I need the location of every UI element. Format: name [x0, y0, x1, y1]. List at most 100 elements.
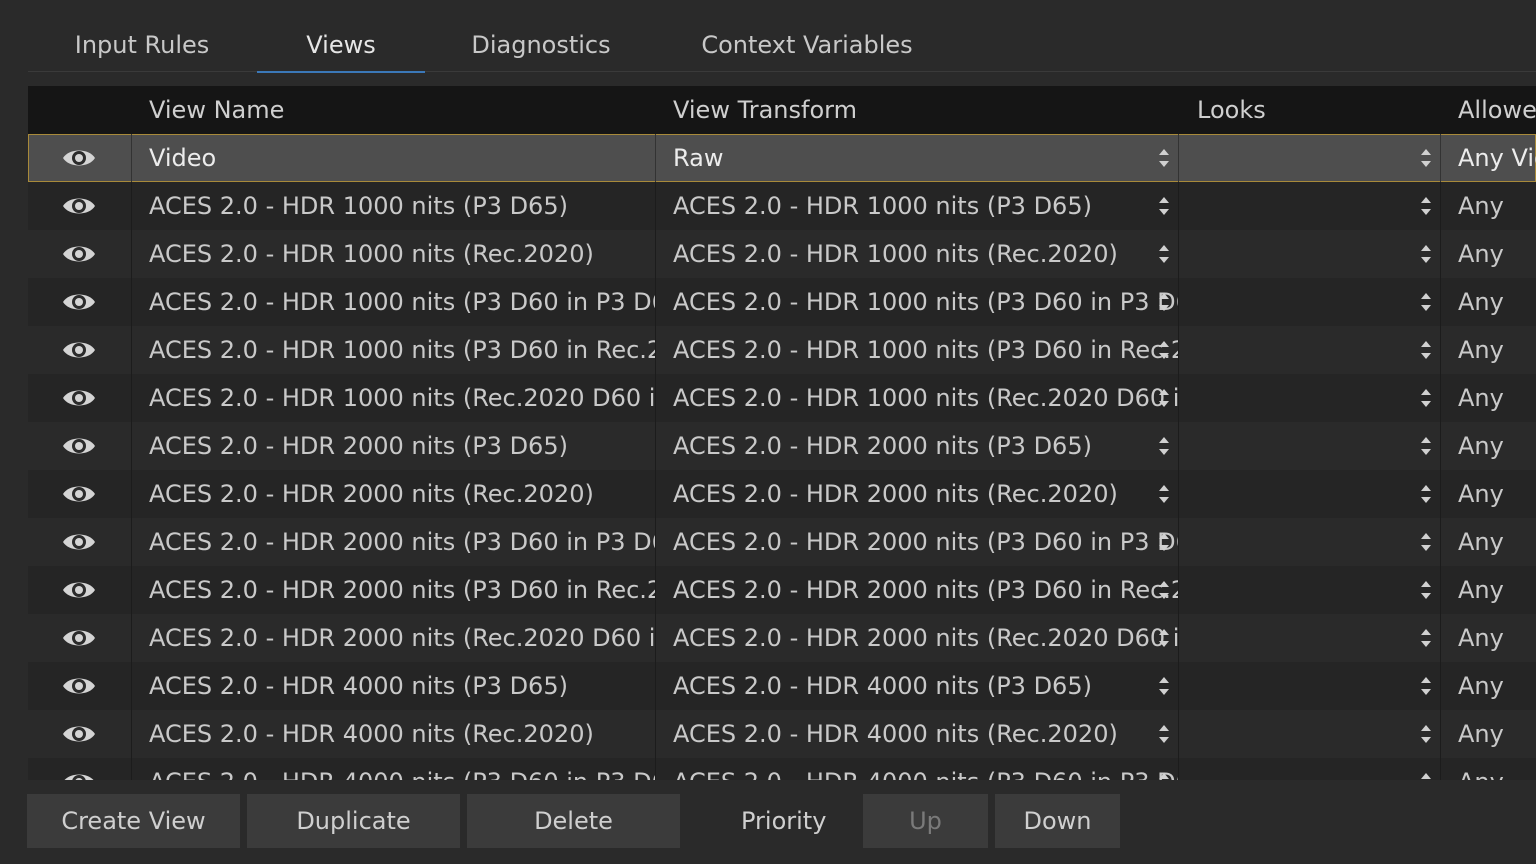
table-row[interactable]: ACES 2.0 - HDR 1000 nits (Rec.2020) ACES …: [28, 230, 1536, 278]
looks-cell[interactable]: [1197, 374, 1417, 422]
view-transform-spinner-icon[interactable]: [1157, 386, 1171, 410]
view-name-cell[interactable]: ACES 2.0 - HDR 4000 nits (P3 D60 in P3 D…: [149, 758, 655, 780]
delete-button[interactable]: Delete: [467, 794, 680, 848]
tab-diagnostics[interactable]: Diagnostics: [464, 0, 618, 72]
column-header-looks[interactable]: Looks: [1197, 86, 1266, 134]
table-row[interactable]: ACES 2.0 - HDR 2000 nits (P3 D60 in P3 D…: [28, 518, 1536, 566]
view-name-cell[interactable]: ACES 2.0 - HDR 2000 nits (Rec.2020): [149, 470, 655, 518]
looks-cell[interactable]: [1197, 182, 1417, 230]
view-transform-cell[interactable]: ACES 2.0 - HDR 2000 nits (Rec.2020): [673, 470, 1179, 518]
view-transform-cell[interactable]: ACES 2.0 - HDR 4000 nits (P3 D65): [673, 662, 1179, 710]
priority-down-button[interactable]: Down: [995, 794, 1120, 848]
view-transform-cell[interactable]: ACES 2.0 - HDR 2000 nits (P3 D60 in Rec.…: [673, 566, 1179, 614]
allowed-cell[interactable]: Any: [1458, 518, 1536, 566]
looks-cell[interactable]: [1197, 134, 1417, 182]
table-row[interactable]: ACES 2.0 - HDR 2000 nits (P3 D65) ACES 2.…: [28, 422, 1536, 470]
looks-spinner-icon[interactable]: [1419, 482, 1433, 506]
table-row[interactable]: ACES 2.0 - HDR 4000 nits (Rec.2020) ACES …: [28, 710, 1536, 758]
table-row[interactable]: ACES 2.0 - HDR 1000 nits (P3 D65) ACES 2.…: [28, 182, 1536, 230]
view-transform-cell[interactable]: ACES 2.0 - HDR 2000 nits (Rec.2020 D60 i…: [673, 614, 1179, 662]
view-transform-spinner-icon[interactable]: [1157, 530, 1171, 554]
table-row[interactable]: ACES 2.0 - HDR 1000 nits (Rec.2020 D60 i…: [28, 374, 1536, 422]
looks-cell[interactable]: [1197, 422, 1417, 470]
allowed-cell[interactable]: Any: [1458, 182, 1536, 230]
looks-cell[interactable]: [1197, 662, 1417, 710]
eye-icon[interactable]: [61, 626, 97, 650]
view-name-cell[interactable]: ACES 2.0 - HDR 1000 nits (P3 D60 in Rec.…: [149, 326, 655, 374]
view-transform-spinner-icon[interactable]: [1157, 482, 1171, 506]
looks-cell[interactable]: [1197, 230, 1417, 278]
looks-spinner-icon[interactable]: [1419, 626, 1433, 650]
allowed-cell[interactable]: Any: [1458, 374, 1536, 422]
eye-icon[interactable]: [61, 146, 97, 170]
view-transform-spinner-icon[interactable]: [1157, 338, 1171, 362]
view-name-cell[interactable]: ACES 2.0 - HDR 2000 nits (P3 D60 in P3 D…: [149, 518, 655, 566]
view-transform-cell[interactable]: ACES 2.0 - HDR 4000 nits (Rec.2020): [673, 710, 1179, 758]
eye-icon[interactable]: [61, 338, 97, 362]
looks-cell[interactable]: [1197, 566, 1417, 614]
table-row[interactable]: ACES 2.0 - HDR 1000 nits (P3 D60 in Rec.…: [28, 326, 1536, 374]
view-name-cell[interactable]: ACES 2.0 - HDR 2000 nits (P3 D60 in Rec.…: [149, 566, 655, 614]
view-transform-cell[interactable]: ACES 2.0 - HDR 2000 nits (P3 D60 in P3 D…: [673, 518, 1179, 566]
table-row[interactable]: ACES 2.0 - HDR 1000 nits (P3 D60 in P3 D…: [28, 278, 1536, 326]
duplicate-button[interactable]: Duplicate: [247, 794, 460, 848]
view-name-cell[interactable]: ACES 2.0 - HDR 4000 nits (P3 D65): [149, 662, 655, 710]
allowed-cell[interactable]: Any: [1458, 278, 1536, 326]
column-header-allowed[interactable]: Allowed: [1458, 86, 1536, 134]
column-header-view-name[interactable]: View Name: [149, 86, 284, 134]
view-transform-cell[interactable]: ACES 2.0 - HDR 4000 nits (P3 D60 in P3 D…: [673, 758, 1179, 780]
tab-context-variables[interactable]: Context Variables: [698, 0, 916, 72]
looks-cell[interactable]: [1197, 470, 1417, 518]
allowed-cell[interactable]: Any: [1458, 230, 1536, 278]
eye-icon[interactable]: [61, 434, 97, 458]
table-row[interactable]: ACES 2.0 - HDR 4000 nits (P3 D60 in P3 D…: [28, 758, 1536, 780]
view-transform-spinner-icon[interactable]: [1157, 626, 1171, 650]
view-name-cell[interactable]: ACES 2.0 - HDR 2000 nits (P3 D65): [149, 422, 655, 470]
allowed-cell[interactable]: Any: [1458, 566, 1536, 614]
looks-spinner-icon[interactable]: [1419, 770, 1433, 780]
looks-spinner-icon[interactable]: [1419, 530, 1433, 554]
allowed-cell[interactable]: Any: [1458, 326, 1536, 374]
tab-input-rules[interactable]: Input Rules: [56, 0, 228, 72]
column-header-view-transform[interactable]: View Transform: [673, 86, 857, 134]
view-transform-cell[interactable]: ACES 2.0 - HDR 1000 nits (P3 D65): [673, 182, 1179, 230]
eye-icon[interactable]: [61, 578, 97, 602]
view-transform-spinner-icon[interactable]: [1157, 578, 1171, 602]
looks-cell[interactable]: [1197, 614, 1417, 662]
table-row[interactable]: ACES 2.0 - HDR 2000 nits (Rec.2020 D60 i…: [28, 614, 1536, 662]
looks-cell[interactable]: [1197, 710, 1417, 758]
eye-icon[interactable]: [61, 386, 97, 410]
eye-icon[interactable]: [61, 482, 97, 506]
view-transform-cell[interactable]: ACES 2.0 - HDR 1000 nits (Rec.2020): [673, 230, 1179, 278]
view-name-cell[interactable]: ACES 2.0 - HDR 1000 nits (Rec.2020 D60 i…: [149, 374, 655, 422]
view-transform-spinner-icon[interactable]: [1157, 770, 1171, 780]
view-transform-spinner-icon[interactable]: [1157, 290, 1171, 314]
view-name-cell[interactable]: ACES 2.0 - HDR 4000 nits (Rec.2020): [149, 710, 655, 758]
table-row[interactable]: ACES 2.0 - HDR 2000 nits (P3 D60 in Rec.…: [28, 566, 1536, 614]
view-transform-cell[interactable]: ACES 2.0 - HDR 1000 nits (P3 D60 in Rec.…: [673, 326, 1179, 374]
looks-spinner-icon[interactable]: [1419, 434, 1433, 458]
view-transform-spinner-icon[interactable]: [1157, 434, 1171, 458]
view-transform-spinner-icon[interactable]: [1157, 722, 1171, 746]
allowed-cell[interactable]: Any Video: [1458, 134, 1536, 182]
allowed-cell[interactable]: Any: [1458, 614, 1536, 662]
table-row[interactable]: ACES 2.0 - HDR 2000 nits (Rec.2020) ACES …: [28, 470, 1536, 518]
looks-cell[interactable]: [1197, 758, 1417, 780]
allowed-cell[interactable]: Any: [1458, 470, 1536, 518]
looks-spinner-icon[interactable]: [1419, 386, 1433, 410]
view-name-cell[interactable]: ACES 2.0 - HDR 1000 nits (P3 D60 in P3 D…: [149, 278, 655, 326]
eye-icon[interactable]: [61, 242, 97, 266]
view-transform-cell[interactable]: ACES 2.0 - HDR 1000 nits (P3 D60 in P3 D…: [673, 278, 1179, 326]
view-transform-spinner-icon[interactable]: [1157, 194, 1171, 218]
view-transform-cell[interactable]: Raw: [673, 134, 1179, 182]
eye-icon[interactable]: [61, 290, 97, 314]
looks-spinner-icon[interactable]: [1419, 578, 1433, 602]
tab-views[interactable]: Views: [257, 0, 425, 73]
table-row[interactable]: ACES 2.0 - HDR 4000 nits (P3 D65) ACES 2.…: [28, 662, 1536, 710]
looks-spinner-icon[interactable]: [1419, 338, 1433, 362]
eye-icon[interactable]: [61, 722, 97, 746]
view-name-cell[interactable]: ACES 2.0 - HDR 1000 nits (P3 D65): [149, 182, 655, 230]
view-transform-spinner-icon[interactable]: [1157, 674, 1171, 698]
create-view-button[interactable]: Create View: [27, 794, 240, 848]
looks-spinner-icon[interactable]: [1419, 722, 1433, 746]
